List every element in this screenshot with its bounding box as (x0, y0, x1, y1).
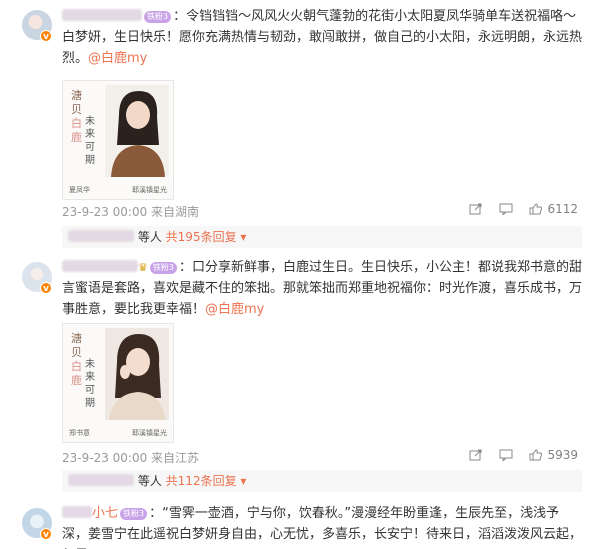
fan-badge: 铁粉3 (144, 11, 172, 23)
mention-link[interactable]: @白鹿my (88, 51, 147, 66)
like-count: 6112 (547, 202, 578, 216)
username[interactable]: 小七 (92, 506, 118, 521)
view-replies-link[interactable]: 共195条回复 ▾ (166, 230, 247, 244)
comment-meta: 23-9-23 00:00 来自湖南 (62, 205, 200, 219)
mention-link[interactable]: @白鹿my (205, 302, 264, 317)
poster-footer: 夏凤华 耶溪镇星光 (69, 186, 167, 194)
verified-icon: v (40, 282, 52, 294)
comment-meta: 23-9-23 00:00 来自江苏 (62, 451, 200, 465)
share-icon[interactable] (469, 203, 483, 215)
crown-icon: ♛ (138, 261, 148, 274)
poster-subtitle: 未来可期 (85, 116, 95, 166)
comment-text: ♛ 铁粉3 ：口分享新鲜事，白鹿过生日。生日快乐，小公主！都说我郑书意的甜言蜜语是套… (62, 257, 582, 320)
like-count: 5939 (547, 448, 578, 462)
comment-icon[interactable] (499, 449, 513, 461)
view-replies-link[interactable]: 共112条回复 ▾ (166, 474, 247, 488)
poster-title: 溏贝白鹿 (71, 332, 82, 387)
share-icon[interactable] (469, 449, 483, 461)
like-icon (529, 449, 543, 461)
comment-text: 小七 铁粉3 ：“雪霁一壶酒，宁与你，饮春秋。”漫漫经年盼重逢，生辰先至，浅浅予深，… (62, 506, 583, 549)
reply-summary[interactable]: 等人 共112条回复 ▾ (62, 470, 582, 492)
fan-badge: 铁粉3 (149, 262, 177, 274)
reply-users-blurred (68, 230, 134, 242)
comment-icon[interactable] (499, 203, 513, 215)
comment-actions: 5939 (469, 448, 578, 462)
fan-badge: 铁粉3 (120, 508, 148, 520)
reply-users-blurred (68, 474, 134, 486)
like-button[interactable]: 6112 (529, 202, 578, 216)
poster-footer: 郑书意 耶溪镇星光 (69, 429, 167, 437)
reply-summary[interactable]: 等人 共195条回复 ▾ (62, 226, 582, 248)
verified-icon: v (40, 528, 52, 540)
poster-title: 溏贝白鹿 (71, 89, 82, 144)
like-button[interactable]: 5939 (529, 448, 578, 462)
portrait-photo (105, 85, 169, 177)
poster-subtitle: 未来可期 (85, 359, 95, 409)
username-blurred[interactable] (62, 9, 142, 21)
comment-actions: 6112 (469, 202, 578, 216)
poster-image[interactable]: 溏贝白鹿 未来可期 夏凤华 耶溪镇星光 (62, 80, 174, 200)
portrait-photo (105, 328, 169, 420)
username-blurred[interactable] (62, 260, 138, 272)
comment-text: 铁粉3 ：令铛铛铛～风风火火朝气蓬勃的花街小太阳夏凤华骑单车送祝福咯～白梦妍，生日… (62, 9, 583, 66)
like-icon (529, 203, 543, 215)
username-blurred[interactable] (62, 506, 92, 518)
verified-icon: v (40, 30, 52, 42)
poster-image[interactable]: 溏贝白鹿 未来可期 郑书意 耶溪镇星光 (62, 323, 174, 443)
